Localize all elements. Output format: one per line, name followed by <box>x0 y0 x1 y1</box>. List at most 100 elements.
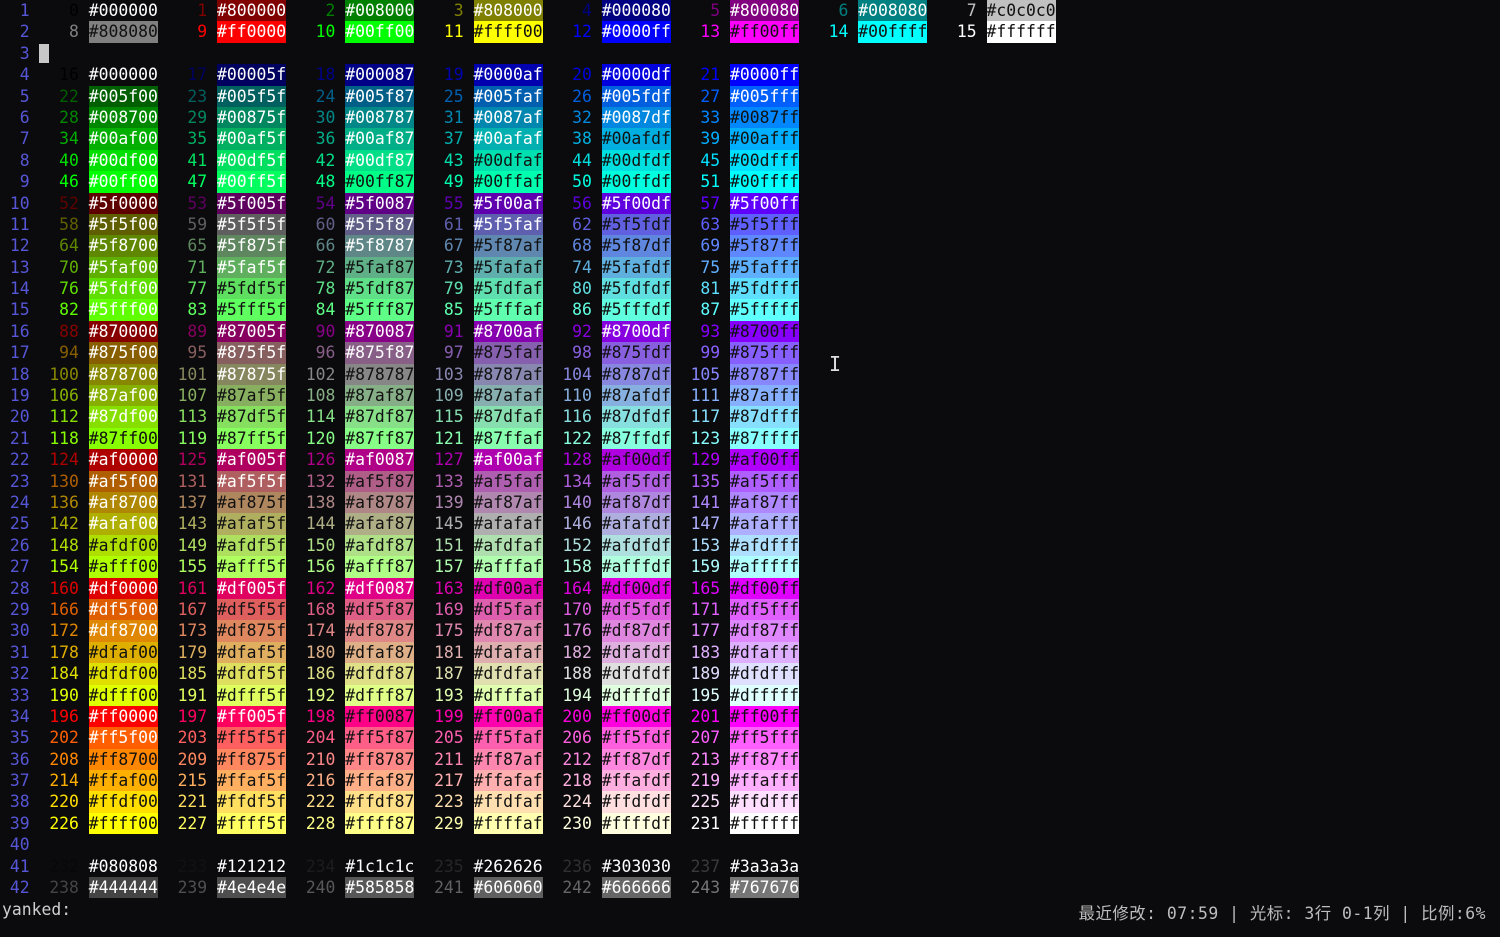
editor-buffer[interactable]: 1 0 #000000 1 #800000 2 #008000 3 #808000 4 #00008… <box>0 0 1065 899</box>
editor-line[interactable]: 36 208 #ff8700 209 #ff875f 210 #ff8787 211 #ff87… <box>0 748 1065 771</box>
color-hex: #00df5f <box>217 149 287 172</box>
color-swatch: 189 #dfdfff <box>681 663 809 685</box>
color-index: 81 <box>700 279 721 299</box>
color-swatch: 125 #af005f <box>168 449 296 471</box>
color-swatch: 114 #87df87 <box>296 406 424 428</box>
color-swatch: 26 #005fdf <box>552 85 680 107</box>
color-swatch: 57 #5f00ff <box>681 192 809 214</box>
editor-line[interactable]: 9 46 #00ff00 47 #00ff5f 48 #00ff87 49 #00ffaf 50 #… <box>0 171 1065 193</box>
editor-line[interactable]: 15 82 #5fff00 83 #5fff5f 84 #5fff87 85 #5fffaf 86… <box>0 299 1065 321</box>
editor-line[interactable]: 4 16 #000000 17 #00005f 18 #000087 19 #0000af 20 #… <box>0 64 1065 86</box>
color-swatch: 61 #5f5faf <box>424 213 552 236</box>
color-hex: #00af5f <box>217 128 287 150</box>
color-index: 154 <box>49 557 79 577</box>
editor-line[interactable]: 35 202 #ff5f00 203 #ff5f5f 204 #ff5f87 205 #ff5f… <box>0 727 1065 749</box>
editor-line[interactable]: 22 124 #af0000 125 #af005f 126 #af0087 127 #af00… <box>0 449 1065 471</box>
color-swatch: 217 #ffafaf <box>424 770 552 792</box>
editor-line[interactable]: 30 172 #df8700 173 #df875f 174 #df8787 175 #df87… <box>0 620 1065 642</box>
editor-line[interactable]: 7 34 #00af00 35 #00af5f 36 #00af87 37 #00afaf 38 #… <box>0 128 1065 150</box>
editor-line[interactable]: 28 160 #df0000 161 #df005f 162 #df0087 163 #df00… <box>0 577 1065 599</box>
editor-line[interactable]: 12 64 #5f8700 65 #5f875f 66 #5f8787 67 #5f87af 68… <box>0 235 1065 257</box>
color-swatch: 162 #df0087 <box>296 577 424 599</box>
editor-line[interactable]: 5 22 #005f00 23 #005f5f 24 #005f87 25 #005faf 26 #… <box>0 85 1065 107</box>
editor-line[interactable]: 20 112 #87df00 113 #87df5f 114 #87df87 115 #87df… <box>0 406 1065 428</box>
color-hex: #ff5fdf <box>601 727 671 749</box>
editor-line[interactable]: 38 220 #ffdf00 221 #ffdf5f 222 #ffdf87 223 #ffdf… <box>0 791 1065 813</box>
color-hex: #ff5faf <box>473 727 543 749</box>
editor-line[interactable]: 23 130 #af5f00 131 #af5f5f 132 #af5f87 133 #af5f… <box>0 470 1065 492</box>
editor-line[interactable]: 25 142 #afaf00 143 #afaf5f 144 #afaf87 145 #afaf… <box>0 513 1065 535</box>
color-swatch: 204 #ff5f87 <box>296 727 424 749</box>
color-hex: #dfffdf <box>601 684 671 706</box>
color-index: 142 <box>49 514 79 534</box>
editor-line[interactable]: 34 196 #ff0000 197 #ff005f 198 #ff0087 199 #ff00… <box>0 705 1065 728</box>
color-index: 242 <box>562 878 592 898</box>
editor-line[interactable]: 6 28 #008700 29 #00875f 30 #008787 31 #0087af 32 #… <box>0 106 1065 129</box>
editor-line[interactable]: 10 52 #5f0000 53 #5f005f 54 #5f0087 55 #5f00af 56… <box>0 192 1065 214</box>
color-swatch: 22 #005f00 <box>39 85 167 107</box>
color-hex: #5fff87 <box>345 299 415 321</box>
color-swatch: 200 #ff00df <box>552 705 680 728</box>
editor-line[interactable]: 32 184 #dfdf00 185 #dfdf5f 186 #dfdf87 187 #dfdf… <box>0 663 1065 685</box>
color-hex: #0087df <box>601 106 671 129</box>
editor-line[interactable]: 24 136 #af8700 137 #af875f 138 #af8787 139 #af87… <box>0 491 1065 514</box>
color-index: 102 <box>305 364 336 384</box>
color-index: 88 <box>59 321 79 341</box>
editor-line[interactable]: 1 0 #000000 1 #800000 2 #008000 3 #808000 4 #00008… <box>0 0 1065 22</box>
editor-line[interactable]: 42 238 #444444 239 #4e4e4e 240 #585858 241 #6060… <box>0 877 1065 899</box>
editor-line[interactable]: 33 190 #dfff00 191 #dfff5f 192 #dfff87 193 #dfff… <box>0 684 1065 706</box>
color-hex: #afff00 <box>88 556 158 578</box>
color-hex: #87df00 <box>88 406 158 428</box>
color-hex: #000000 <box>88 65 158 85</box>
color-index: 14 <box>828 22 849 42</box>
editor-line[interactable]: 31 178 #dfaf00 179 #dfaf5f 180 #dfaf87 181 #dfaf… <box>0 641 1065 664</box>
editor-line[interactable]: 2 8 #808080 9 #ff0000 10 #00ff00 11 #ffff00 12 #00… <box>0 21 1065 43</box>
color-index: 65 <box>187 236 208 256</box>
color-swatch: 122 #87ffdf <box>552 427 680 450</box>
color-index: 200 <box>562 706 592 726</box>
editor-line[interactable]: 16 88 #870000 89 #87005f 90 #870087 91 #8700af 92… <box>0 320 1065 343</box>
color-swatch: 193 #dfffaf <box>424 684 552 706</box>
color-index: 18 <box>315 65 336 85</box>
editor-line[interactable]: 11 58 #5f5f00 59 #5f5f5f 60 #5f5f87 61 #5f5faf 62… <box>0 213 1065 236</box>
color-index: 159 <box>690 557 721 577</box>
editor-line[interactable]: 40 <box>0 834 1065 855</box>
color-index: 238 <box>49 878 79 898</box>
color-swatch: 91 #8700af <box>424 320 552 343</box>
editor-line[interactable]: 37 214 #ffaf00 215 #ffaf5f 216 #ffaf87 217 #ffaf… <box>0 770 1065 792</box>
editor-line[interactable]: 21 118 #87ff00 119 #87ff5f 120 #87ff87 121 #87ff… <box>0 427 1065 450</box>
editor-line[interactable]: 18 100 #878700 101 #87875f 102 #878787 103 #8787… <box>0 363 1065 386</box>
editor-line[interactable]: 3 <box>0 43 1065 64</box>
color-swatch: 155 #afff5f <box>168 556 296 578</box>
color-index: 108 <box>305 386 336 406</box>
color-hex: #ff00df <box>601 705 671 728</box>
editor-line[interactable]: 19 106 #87af00 107 #87af5f 108 #87af87 109 #87af… <box>0 385 1065 407</box>
editor-line[interactable]: 39 226 #ffff00 227 #ffff5f 228 #ffff87 229 #ffff… <box>0 812 1065 835</box>
color-hex: #ff5f00 <box>88 727 158 749</box>
editor-line[interactable]: 41 232 #080808 233 #121212 234 #1c1c1c 235 #2626… <box>0 856 1065 877</box>
color-hex: #af8700 <box>88 491 158 514</box>
color-hex: #5f8787 <box>345 235 415 257</box>
color-hex: #0000ff <box>730 64 800 86</box>
editor-line[interactable]: 13 70 #5faf00 71 #5faf5f 72 #5faf87 73 #5fafaf 74… <box>0 256 1065 279</box>
editor-line[interactable]: 26 148 #afdf00 149 #afdf5f 150 #afdf87 151 #afdf… <box>0 534 1065 557</box>
color-swatch: 30 #008787 <box>296 106 424 129</box>
color-swatch: 117 #87dfff <box>681 406 809 428</box>
color-swatch: 111 #87afff <box>681 385 809 407</box>
color-hex: #005f87 <box>345 85 415 107</box>
editor-line[interactable]: 14 76 #5fdf00 77 #5fdf5f 78 #5fdf87 79 #5fdfaf 80… <box>0 278 1065 300</box>
color-swatch: 148 #afdf00 <box>39 534 167 557</box>
command-line: yanked: <box>2 900 72 919</box>
color-swatch: 123 #87ffff <box>681 427 809 450</box>
color-index: 231 <box>690 813 721 833</box>
color-hex: #008787 <box>345 106 415 129</box>
color-hex: #5f87af <box>473 235 543 257</box>
color-swatch: 128 #af00df <box>552 449 680 471</box>
editor-line[interactable]: 17 94 #875f00 95 #875f5f 96 #875f87 97 #875faf 98… <box>0 342 1065 364</box>
color-index: 30 <box>315 107 336 127</box>
editor-line[interactable]: 8 40 #00df00 41 #00df5f 42 #00df87 43 #00dfaf 44 #… <box>0 149 1065 172</box>
color-hex: #5fff00 <box>88 299 158 321</box>
editor-line[interactable]: 29 166 #df5f00 167 #df5f5f 168 #df5f87 169 #df5f… <box>0 598 1065 621</box>
color-swatch: 232 #080808 <box>39 856 167 877</box>
editor-line[interactable]: 27 154 #afff00 155 #afff5f 156 #afff87 157 #afff… <box>0 556 1065 578</box>
